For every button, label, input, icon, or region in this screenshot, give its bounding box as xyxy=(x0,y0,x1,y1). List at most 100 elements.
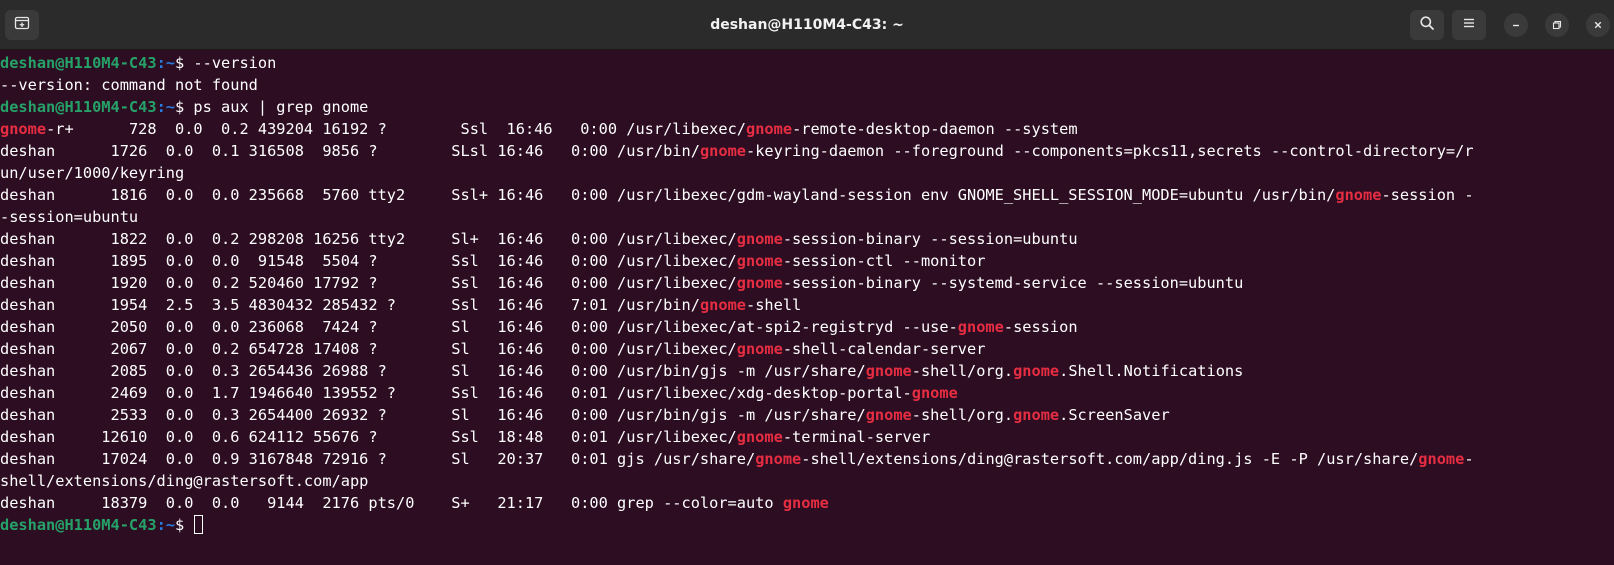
output-text: -shell-calendar-server xyxy=(782,340,986,358)
prompt-symbol: $ xyxy=(174,54,194,72)
output-text: -r+ 728 0.0 0.2 439204 16192 ? Ssl 16:46… xyxy=(46,120,746,138)
output-line: deshan 17024 0.0 0.9 3167848 72916 ? Sl … xyxy=(0,448,1614,470)
close-button[interactable] xyxy=(1586,13,1610,37)
grep-match: gnome xyxy=(1335,186,1382,204)
grep-match: gnome xyxy=(736,340,783,358)
output-line: deshan 2085 0.0 0.3 2654436 26988 ? Sl 1… xyxy=(0,360,1614,382)
grep-match: gnome xyxy=(736,274,783,292)
output-text: - xyxy=(1464,450,1474,468)
titlebar: deshan@H110M4-C43: ~ xyxy=(0,0,1614,50)
output-text: deshan 1954 2.5 3.5 4830432 285432 ? Ssl… xyxy=(0,296,700,314)
grep-match: gnome xyxy=(911,384,958,402)
output-text: -shell/org. xyxy=(911,406,1014,424)
prompt-line: deshan@H110M4-C43:~$ xyxy=(0,514,1614,536)
output-text: -shell/org. xyxy=(911,362,1014,380)
output-line: deshan 2050 0.0 0.0 236068 7424 ? Sl 16:… xyxy=(0,316,1614,338)
close-icon xyxy=(1592,16,1604,35)
grep-match: gnome xyxy=(1013,362,1060,380)
text-cursor xyxy=(194,515,204,534)
output-line: deshan 1726 0.0 0.1 316508 9856 ? SLsl 1… xyxy=(0,140,1614,162)
output-line: deshan 2533 0.0 0.3 2654400 26932 ? Sl 1… xyxy=(0,404,1614,426)
output-text: deshan 2469 0.0 1.7 1946640 139552 ? Ssl… xyxy=(0,384,912,402)
maximize-button[interactable] xyxy=(1545,13,1569,37)
prompt-symbol: $ xyxy=(174,516,194,534)
output-text: --version: command not found xyxy=(0,76,258,94)
grep-match: gnome xyxy=(699,296,746,314)
output-line: deshan 18379 0.0 0.0 9144 2176 pts/0 S+ … xyxy=(0,492,1614,514)
command-text: ps aux | grep gnome xyxy=(193,98,369,116)
output-text: deshan 2533 0.0 0.3 2654400 26932 ? Sl 1… xyxy=(0,406,866,424)
output-text: .Shell.Notifications xyxy=(1059,362,1244,380)
output-line: deshan 1816 0.0 0.0 235668 5760 tty2 Ssl… xyxy=(0,184,1614,206)
grep-match: gnome xyxy=(782,494,829,512)
prompt-path: :~ xyxy=(156,98,175,116)
grep-match: gnome xyxy=(1418,450,1465,468)
output-text: .ScreenSaver xyxy=(1059,406,1170,424)
output-text: shell/extensions/ding@rastersoft.com/app xyxy=(0,472,369,490)
output-text: -session=ubuntu xyxy=(0,208,139,226)
output-line: un/user/1000/keyring xyxy=(0,162,1614,184)
minimize-button[interactable] xyxy=(1504,13,1528,37)
output-text: -session xyxy=(1003,318,1078,336)
output-text: deshan 1895 0.0 0.0 91548 5504 ? Ssl 16:… xyxy=(0,252,737,270)
grep-match: gnome xyxy=(957,318,1004,336)
new-tab-icon xyxy=(14,15,30,35)
output-line: --version: command not found xyxy=(0,74,1614,96)
prompt-symbol: $ xyxy=(174,98,194,116)
menu-button[interactable] xyxy=(1452,10,1486,40)
output-text: deshan 1816 0.0 0.0 235668 5760 tty2 Ssl… xyxy=(0,186,1336,204)
grep-match: gnome xyxy=(1013,406,1060,424)
output-text: -terminal-server xyxy=(782,428,931,446)
output-text: deshan 2050 0.0 0.0 236068 7424 ? Sl 16:… xyxy=(0,318,958,336)
prompt-user-host: deshan@H110M4-C43 xyxy=(0,54,157,72)
prompt-user-host: deshan@H110M4-C43 xyxy=(0,516,157,534)
terminal-output[interactable]: deshan@H110M4-C43:~$ --version --version:… xyxy=(0,52,1614,565)
output-text: -keyring-daemon --foreground --component… xyxy=(746,142,1474,160)
prompt-line: deshan@H110M4-C43:~$ --version xyxy=(0,52,1614,74)
window-title: deshan@H110M4-C43: ~ xyxy=(710,17,904,33)
terminal-window: deshan@H110M4-C43: ~ deshan@H110M4-C43:~… xyxy=(0,0,1614,565)
output-text: deshan 1920 0.0 0.2 520460 17792 ? Ssl 1… xyxy=(0,274,737,292)
output-text: -shell xyxy=(746,296,802,314)
output-line: deshan 1895 0.0 0.0 91548 5504 ? Ssl 16:… xyxy=(0,250,1614,272)
output-line: deshan 1920 0.0 0.2 520460 17792 ? Ssl 1… xyxy=(0,272,1614,294)
grep-match: gnome xyxy=(746,120,793,138)
output-text: deshan 18379 0.0 0.0 9144 2176 pts/0 S+ … xyxy=(0,494,783,512)
grep-match: gnome xyxy=(0,120,47,138)
output-text: -session - xyxy=(1381,186,1474,204)
output-text: deshan 17024 0.0 0.9 3167848 72916 ? Sl … xyxy=(0,450,756,468)
maximize-icon xyxy=(1551,16,1563,35)
search-button[interactable] xyxy=(1410,10,1444,40)
output-text: -remote-desktop-daemon --system xyxy=(792,120,1078,138)
output-text: -session-binary --systemd-service --sess… xyxy=(782,274,1244,292)
grep-match: gnome xyxy=(755,450,802,468)
grep-match: gnome xyxy=(736,252,783,270)
output-line: deshan 12610 0.0 0.6 624112 55676 ? Ssl … xyxy=(0,426,1614,448)
grep-match: gnome xyxy=(865,362,912,380)
prompt-path: :~ xyxy=(156,54,175,72)
output-line: -session=ubuntu xyxy=(0,206,1614,228)
prompt-user-host: deshan@H110M4-C43 xyxy=(0,98,157,116)
output-line: deshan 2469 0.0 1.7 1946640 139552 ? Ssl… xyxy=(0,382,1614,404)
output-line: deshan 1954 2.5 3.5 4830432 285432 ? Ssl… xyxy=(0,294,1614,316)
grep-match: gnome xyxy=(736,230,783,248)
prompt-line: deshan@H110M4-C43:~$ ps aux | grep gnome xyxy=(0,96,1614,118)
output-line: gnome-r+ 728 0.0 0.2 439204 16192 ? Ssl … xyxy=(0,118,1614,140)
grep-match: gnome xyxy=(865,406,912,424)
output-text: -session-ctl --monitor xyxy=(782,252,986,270)
hamburger-menu-icon xyxy=(1461,15,1477,35)
output-line: shell/extensions/ding@rastersoft.com/app xyxy=(0,470,1614,492)
minimize-icon xyxy=(1510,16,1522,35)
output-line: deshan 2067 0.0 0.2 654728 17408 ? Sl 16… xyxy=(0,338,1614,360)
output-text: un/user/1000/keyring xyxy=(0,164,185,182)
new-tab-button[interactable] xyxy=(5,10,39,40)
prompt-path: :~ xyxy=(156,516,175,534)
grep-match: gnome xyxy=(699,142,746,160)
output-text: deshan 1726 0.0 0.1 316508 9856 ? SLsl 1… xyxy=(0,142,700,160)
output-text: deshan 2085 0.0 0.3 2654436 26988 ? Sl 1… xyxy=(0,362,866,380)
output-text: deshan 1822 0.0 0.2 298208 16256 tty2 Sl… xyxy=(0,230,737,248)
output-text: deshan 2067 0.0 0.2 654728 17408 ? Sl 16… xyxy=(0,340,737,358)
output-text: -session-binary --session=ubuntu xyxy=(782,230,1078,248)
search-icon xyxy=(1419,15,1435,35)
grep-match: gnome xyxy=(736,428,783,446)
